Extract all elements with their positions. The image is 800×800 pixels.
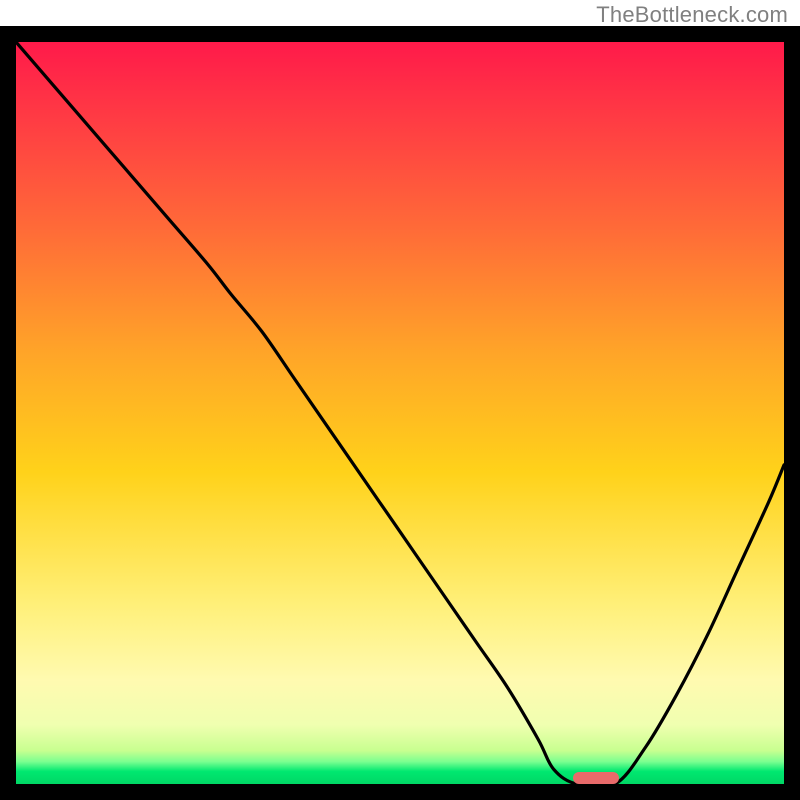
bottleneck-curve	[16, 42, 784, 784]
chart-plot-area	[16, 42, 784, 784]
watermark-text: TheBottleneck.com	[596, 2, 788, 28]
optimal-marker	[573, 772, 619, 784]
chart-frame	[0, 26, 800, 800]
